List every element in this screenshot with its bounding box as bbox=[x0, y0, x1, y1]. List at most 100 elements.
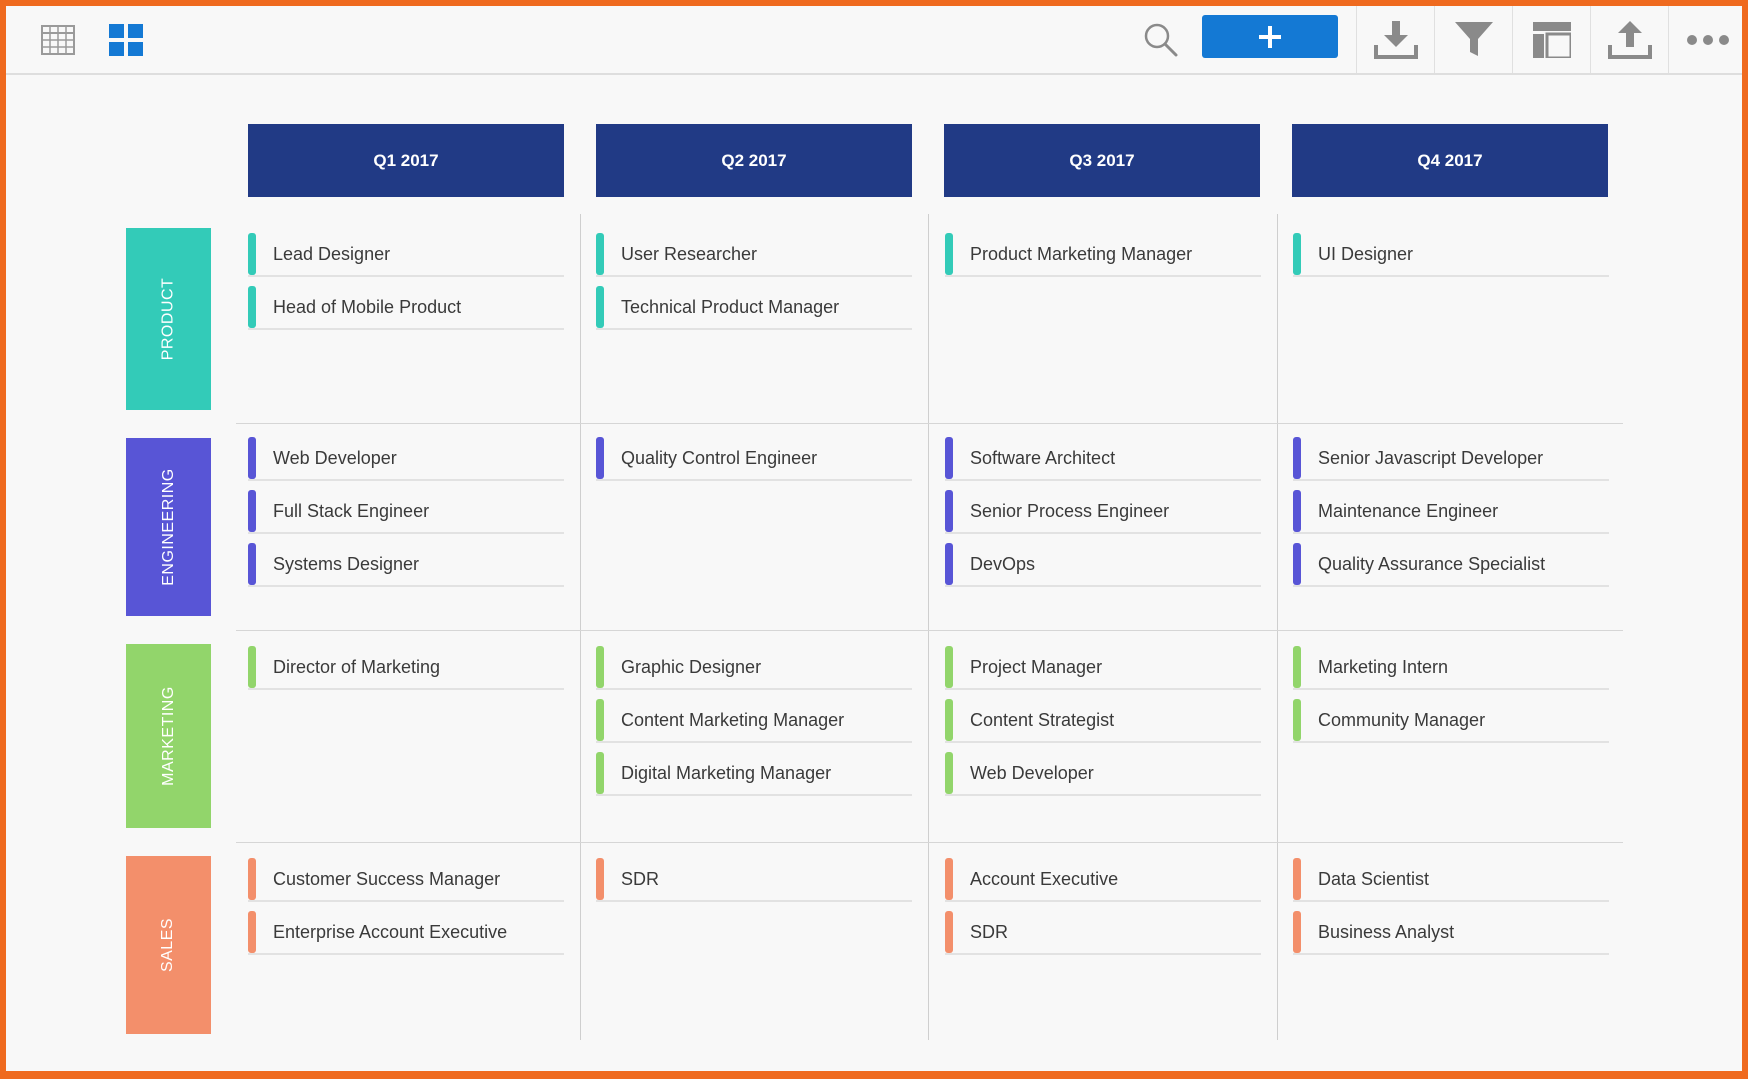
card-title: Web Developer bbox=[273, 447, 397, 468]
column-header-q4: Q4 2017 bbox=[1292, 124, 1608, 197]
upload-icon bbox=[1607, 20, 1652, 59]
card-color-bar bbox=[596, 233, 604, 275]
card-color-bar bbox=[945, 437, 953, 479]
role-card[interactable]: Marketing Intern bbox=[1293, 646, 1609, 690]
role-card[interactable]: Head of Mobile Product bbox=[248, 286, 564, 330]
card-title: Business Analyst bbox=[1318, 921, 1455, 942]
card-color-bar bbox=[596, 752, 604, 794]
search-icon[interactable] bbox=[1131, 6, 1191, 73]
role-card[interactable]: Account Executive bbox=[945, 858, 1261, 902]
role-card[interactable]: Senior Process Engineer bbox=[945, 490, 1261, 534]
role-card[interactable]: Customer Success Manager bbox=[248, 858, 564, 902]
role-card[interactable]: Senior Javascript Developer bbox=[1293, 437, 1609, 481]
card-color-bar bbox=[1293, 858, 1301, 900]
filter-button[interactable] bbox=[1435, 6, 1512, 73]
card-color-bar bbox=[1293, 233, 1301, 275]
role-card[interactable]: Product Marketing Manager bbox=[945, 233, 1261, 277]
role-card[interactable]: Technical Product Manager bbox=[596, 286, 912, 330]
card-color-bar bbox=[945, 911, 953, 953]
card-color-bar bbox=[945, 646, 953, 688]
upload-button[interactable] bbox=[1591, 6, 1668, 73]
role-card[interactable]: Director of Marketing bbox=[248, 646, 564, 690]
card-color-bar bbox=[596, 646, 604, 688]
card-color-bar bbox=[248, 646, 256, 688]
card-title: Content Strategist bbox=[970, 709, 1115, 730]
role-card[interactable]: Lead Designer bbox=[248, 233, 564, 277]
lane-label-text: SALES bbox=[159, 917, 177, 973]
card-title: Quality Control Engineer bbox=[621, 447, 818, 468]
card-color-bar bbox=[596, 286, 604, 328]
table-view-icon[interactable] bbox=[28, 6, 88, 73]
lane-label-text: MARKETING bbox=[159, 686, 177, 786]
card-color-bar bbox=[1293, 437, 1301, 479]
role-card[interactable]: Community Manager bbox=[1293, 699, 1609, 743]
role-card[interactable]: SDR bbox=[945, 911, 1261, 955]
card-title: UI Designer bbox=[1318, 243, 1414, 264]
card-color-bar bbox=[1293, 699, 1301, 741]
card-title: Quality Assurance Specialist bbox=[1318, 553, 1546, 574]
role-card[interactable]: Project Manager bbox=[945, 646, 1261, 690]
card-color-bar bbox=[1293, 646, 1301, 688]
role-card[interactable]: SDR bbox=[596, 858, 912, 902]
more-icon bbox=[1686, 34, 1729, 45]
card-color-bar bbox=[248, 233, 256, 275]
card-title: Marketing Intern bbox=[1318, 656, 1449, 677]
card-title: Project Manager bbox=[970, 656, 1103, 677]
more-button[interactable] bbox=[1669, 6, 1746, 73]
row-divider bbox=[236, 423, 1623, 424]
card-title: SDR bbox=[970, 921, 1009, 942]
layout-button[interactable] bbox=[1513, 6, 1590, 73]
card-title: Software Architect bbox=[970, 447, 1116, 468]
card-title: Systems Designer bbox=[273, 553, 420, 574]
plus-icon bbox=[1259, 25, 1281, 48]
card-color-bar bbox=[1293, 490, 1301, 532]
card-title: Product Marketing Manager bbox=[970, 243, 1193, 264]
card-color-bar bbox=[1293, 543, 1301, 585]
role-card[interactable]: Content Marketing Manager bbox=[596, 699, 912, 743]
card-title: Lead Designer bbox=[273, 243, 391, 264]
lane-label-product: PRODUCT bbox=[126, 228, 211, 410]
row-divider bbox=[236, 842, 1623, 843]
card-title: Community Manager bbox=[1318, 709, 1486, 730]
card-color-bar bbox=[945, 490, 953, 532]
toolbar bbox=[6, 6, 1742, 75]
lane-label-sales: SALES bbox=[126, 856, 211, 1034]
column-header-q2: Q2 2017 bbox=[596, 124, 912, 197]
card-title: Senior Javascript Developer bbox=[1318, 447, 1544, 468]
role-card[interactable]: Systems Designer bbox=[248, 543, 564, 587]
role-card[interactable]: Business Analyst bbox=[1293, 911, 1609, 955]
role-card[interactable]: Graphic Designer bbox=[596, 646, 912, 690]
card-title: Maintenance Engineer bbox=[1318, 500, 1499, 521]
card-title: Content Marketing Manager bbox=[621, 709, 845, 730]
lane-label-text: PRODUCT bbox=[159, 277, 177, 361]
role-card[interactable]: Quality Assurance Specialist bbox=[1293, 543, 1609, 587]
role-card[interactable]: UI Designer bbox=[1293, 233, 1609, 277]
card-color-bar bbox=[596, 699, 604, 741]
lane-label-text: ENGINEERING bbox=[159, 468, 177, 586]
role-card[interactable]: Maintenance Engineer bbox=[1293, 490, 1609, 534]
card-color-bar bbox=[248, 911, 256, 953]
column-header-q3: Q3 2017 bbox=[944, 124, 1260, 197]
card-title: Head of Mobile Product bbox=[273, 296, 462, 317]
card-title: Senior Process Engineer bbox=[970, 500, 1170, 521]
role-card[interactable]: Software Architect bbox=[945, 437, 1261, 481]
row-divider bbox=[236, 630, 1623, 631]
role-card[interactable]: Content Strategist bbox=[945, 699, 1261, 743]
card-title: Technical Product Manager bbox=[621, 296, 840, 317]
role-card[interactable]: User Researcher bbox=[596, 233, 912, 277]
role-card[interactable]: Digital Marketing Manager bbox=[596, 752, 912, 796]
role-card[interactable]: Data Scientist bbox=[1293, 858, 1609, 902]
card-view-icon[interactable] bbox=[96, 6, 156, 73]
card-title: User Researcher bbox=[621, 243, 758, 264]
role-card[interactable]: Web Developer bbox=[945, 752, 1261, 796]
card-color-bar bbox=[1293, 911, 1301, 953]
card-color-bar bbox=[248, 490, 256, 532]
role-card[interactable]: Web Developer bbox=[248, 437, 564, 481]
role-card[interactable]: Enterprise Account Executive bbox=[248, 911, 564, 955]
add-button[interactable] bbox=[1202, 15, 1338, 58]
role-card[interactable]: Full Stack Engineer bbox=[248, 490, 564, 534]
role-card[interactable]: Quality Control Engineer bbox=[596, 437, 912, 481]
role-card[interactable]: DevOps bbox=[945, 543, 1261, 587]
card-title: Data Scientist bbox=[1318, 868, 1430, 889]
download-button[interactable] bbox=[1357, 6, 1434, 73]
